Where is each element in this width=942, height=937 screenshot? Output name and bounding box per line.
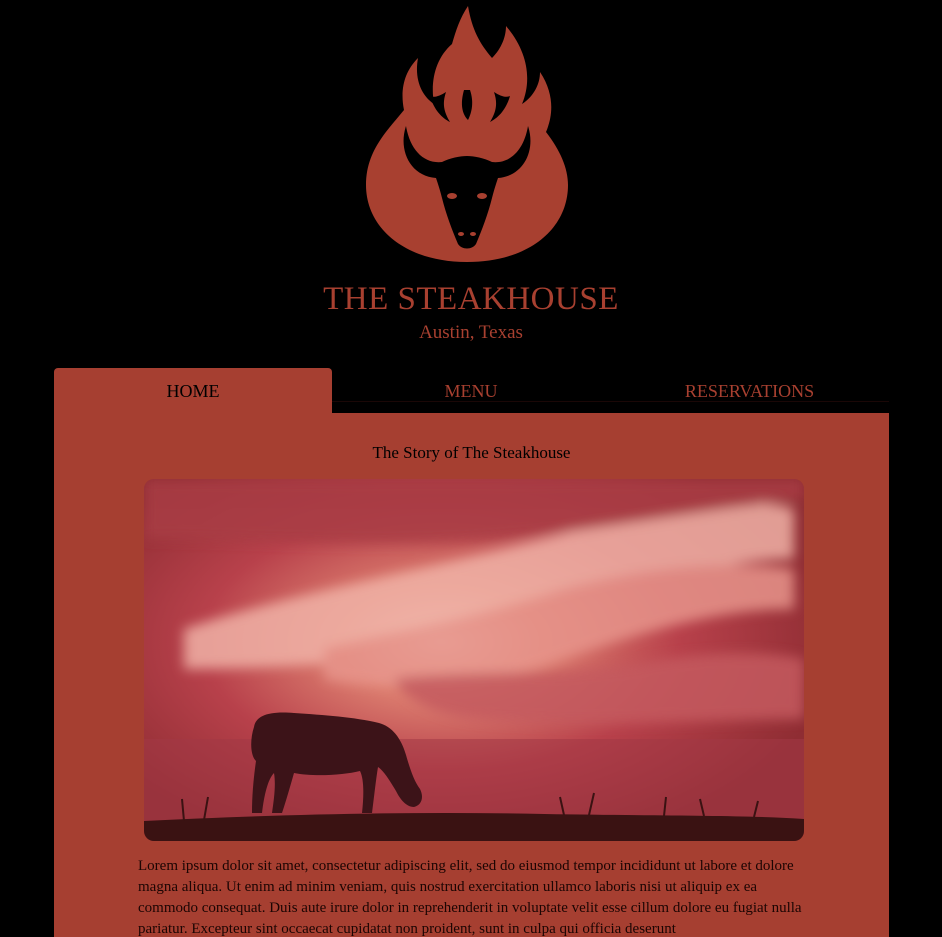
tab-reservations[interactable]: RESERVATIONS [610,368,889,413]
story-heading: The Story of The Steakhouse [372,443,571,462]
story-text: Lorem ipsum dolor sit amet, consectetur … [138,858,802,937]
brand-subtitle: Austin, Texas [419,322,523,343]
tab-home[interactable]: HOME [54,368,332,413]
tab-menu[interactable]: MENU [332,368,610,413]
hero-image [144,479,804,841]
brand-title: THE STEAKHOUSE [323,281,619,317]
page: THE STEAKHOUSE Austin, Texas HOME MENU R… [0,0,942,937]
main-nav: HOME MENU RESERVATIONS [54,368,889,413]
content-panel: The Story of The Steakhouse Lorem ipsum … [54,413,889,937]
flame-bull-logo-icon[interactable] [360,0,574,270]
